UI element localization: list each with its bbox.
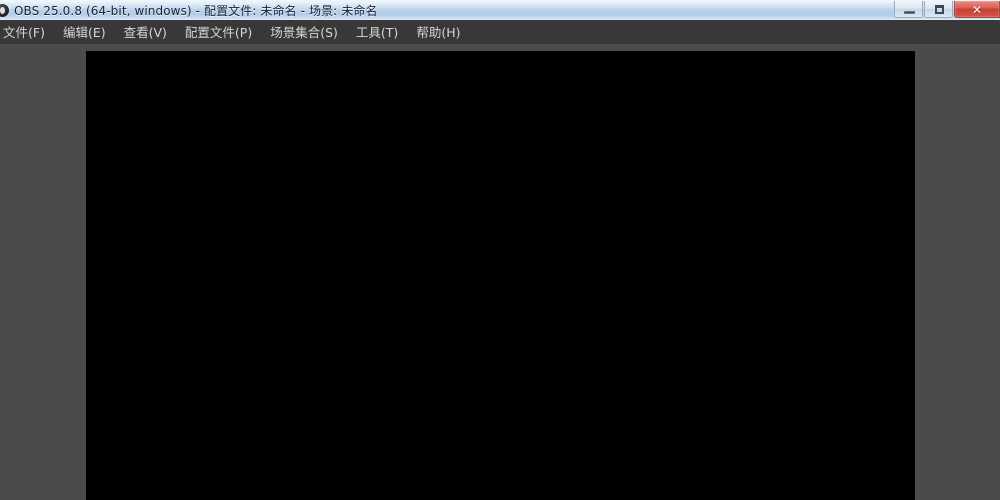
window-controls: ✕	[893, 1, 1000, 19]
title-bar: OBS 25.0.8 (64-bit, windows) - 配置文件: 未命名…	[0, 0, 1000, 20]
obs-main-window: OBS 25.0.8 (64-bit, windows) - 配置文件: 未命名…	[0, 0, 1000, 500]
obs-studio-screen: OBS 25.0.8 (64-bit, windows) - 配置文件: 未命名…	[0, 0, 1000, 500]
menu-edit[interactable]: 编辑(E)	[54, 22, 115, 43]
minimize-icon	[904, 11, 915, 14]
menu-view[interactable]: 查看(V)	[115, 22, 176, 43]
menu-file[interactable]: 文件(F)	[0, 22, 54, 43]
maximize-icon	[935, 5, 944, 14]
maximize-button[interactable]	[924, 1, 953, 18]
window-title: OBS 25.0.8 (64-bit, windows) - 配置文件: 未命名…	[14, 4, 378, 18]
menu-scene-collection[interactable]: 场景集合(S)	[261, 22, 347, 43]
menu-bar: 文件(F) 编辑(E) 查看(V) 配置文件(P) 场景集合(S) 工具(T) …	[0, 20, 1000, 44]
obs-logo-icon	[0, 4, 9, 17]
menu-help[interactable]: 帮助(H)	[407, 22, 469, 43]
main-content-area	[0, 44, 1000, 500]
menu-profile[interactable]: 配置文件(P)	[176, 22, 261, 43]
close-button[interactable]: ✕	[954, 1, 1000, 18]
minimize-button[interactable]	[894, 1, 923, 18]
menu-tools[interactable]: 工具(T)	[347, 22, 407, 43]
close-icon: ✕	[971, 2, 983, 17]
preview-canvas[interactable]	[86, 51, 915, 500]
